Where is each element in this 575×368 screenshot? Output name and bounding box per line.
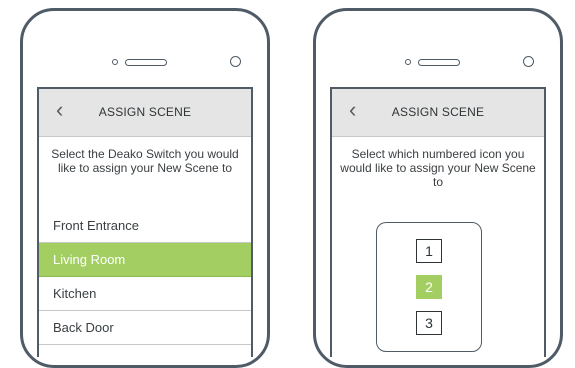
left-screen: ‹ ASSIGN SCENE Select the Deako Switch y… [37, 87, 253, 357]
sensor-dot [405, 59, 411, 65]
camera-icon [230, 56, 241, 67]
numbered-icon-2[interactable]: 2 [416, 275, 442, 299]
numbered-icon-3[interactable]: 3 [416, 311, 442, 335]
camera-icon [523, 56, 534, 67]
page-title: ASSIGN SCENE [98, 105, 192, 119]
numbered-icon-panel: 1 2 3 [376, 222, 482, 352]
switch-list: Front Entrance Living Room Kitchen Back … [39, 209, 251, 345]
sensor-dot [112, 59, 118, 65]
switch-item-kitchen[interactable]: Kitchen [39, 277, 251, 311]
left-phone-frame: ‹ ASSIGN SCENE Select the Deako Switch y… [20, 8, 270, 368]
right-screen: ‹ ASSIGN SCENE Select which numbered ico… [330, 87, 546, 357]
speaker-slot [125, 59, 167, 66]
switch-item-front-entrance[interactable]: Front Entrance [39, 209, 251, 243]
instructions-text: Select the Deako Switch you would like t… [51, 147, 239, 175]
header-bar: ‹ ASSIGN SCENE [332, 89, 544, 137]
numbered-icon-1[interactable]: 1 [416, 239, 442, 263]
instructions-text: Select which numbered icon you would lik… [340, 147, 536, 189]
switch-item-living-room[interactable]: Living Room [39, 243, 251, 277]
switch-item-back-door[interactable]: Back Door [39, 311, 251, 345]
right-phone-frame: ‹ ASSIGN SCENE Select which numbered ico… [313, 8, 563, 368]
header-bar: ‹ ASSIGN SCENE [39, 89, 251, 137]
page-title: ASSIGN SCENE [391, 105, 485, 119]
speaker-slot [418, 59, 460, 66]
